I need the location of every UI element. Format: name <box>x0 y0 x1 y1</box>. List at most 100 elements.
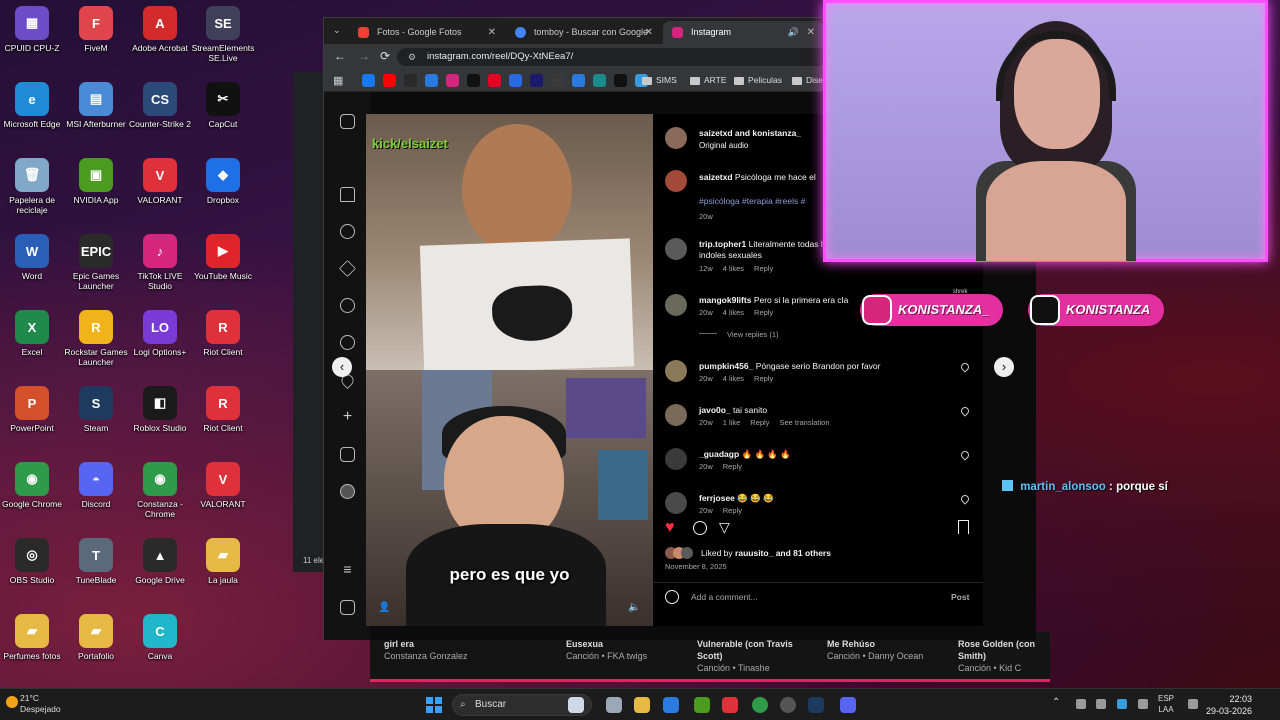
bookmark-folder-sims[interactable]: SIMS <box>642 74 677 87</box>
desktop-icon[interactable]: ◉ Constanza - Chrome <box>128 462 192 538</box>
post-button[interactable]: Post <box>951 592 969 602</box>
bookmark-folder-arte[interactable]: ARTE <box>690 74 727 87</box>
apps-icon[interactable]: ▦ <box>333 74 343 87</box>
avatar[interactable] <box>665 170 687 192</box>
menu-icon[interactable]: ≡ <box>340 562 355 577</box>
desktop-icon[interactable]: 🗑 Papelera de reciclaje <box>0 158 64 234</box>
close-icon[interactable]: ✕ <box>488 21 496 44</box>
instagram-logo-icon[interactable] <box>340 114 355 129</box>
weather-icon[interactable] <box>6 696 18 708</box>
desktop-icon[interactable]: e Microsoft Edge <box>0 82 64 158</box>
bookmark-icon[interactable] <box>551 74 564 87</box>
desktop-icon[interactable]: CS Counter-Strike 2 <box>128 82 192 158</box>
apps-grid-icon[interactable] <box>340 600 355 615</box>
see-translation-link[interactable]: See translation <box>779 418 829 427</box>
bookmark-icon[interactable] <box>509 74 522 87</box>
post-authors[interactable]: saizetxd and konistanza_ <box>699 128 801 139</box>
desktop-icon[interactable]: ▰ Portafolio <box>64 614 128 688</box>
bookmark-folder-peliculas[interactable]: Peliculas <box>734 74 782 87</box>
start-button[interactable] <box>426 697 442 713</box>
site-info-icon[interactable]: ⚙ <box>408 48 416 66</box>
profile-icon[interactable]: 👤 <box>378 602 390 613</box>
bookmark-icon[interactable] <box>572 74 585 87</box>
reload-icon[interactable]: ⟳ <box>380 49 390 63</box>
desktop-icon[interactable]: R Riot Client <box>191 386 255 462</box>
mic-icon[interactable] <box>1138 699 1148 709</box>
comment-user[interactable]: _guadagp <box>699 449 739 459</box>
previous-reel-button[interactable]: ‹ <box>332 357 352 377</box>
instagram-bookmark-icon[interactable] <box>446 74 459 87</box>
liked-by[interactable]: Liked by rauusito_ and 81 others <box>701 548 831 558</box>
tray-icon[interactable] <box>1096 699 1106 709</box>
audio-label[interactable]: Original audio <box>699 140 748 151</box>
tab-google-search[interactable]: tomboy - Buscar con Google ✕ <box>506 21 661 44</box>
bookmark-icon[interactable] <box>425 74 438 87</box>
pinterest-bookmark-icon[interactable] <box>488 74 501 87</box>
desktop-icon[interactable]: R Riot Client <box>191 310 255 386</box>
tray-icon[interactable] <box>1076 699 1086 709</box>
desktop-icon[interactable]: ▰ Perfumes fotos <box>0 614 64 688</box>
x-bookmark-icon[interactable] <box>467 74 480 87</box>
comment-user[interactable]: ferrjosee <box>699 493 735 503</box>
reply-button[interactable]: Reply <box>754 374 773 383</box>
chrome-icon[interactable] <box>752 697 768 713</box>
direct-icon[interactable] <box>339 260 356 277</box>
music-item[interactable]: Rose Golden (con Smith) Canción • Kid C <box>958 638 1048 674</box>
next-reel-button[interactable]: › <box>994 357 1014 377</box>
speaker-icon[interactable]: 🔊 <box>788 21 799 44</box>
clock[interactable]: 22:03 29-03-2026 <box>1206 693 1252 717</box>
like-icon[interactable]: ♥ <box>665 519 675 537</box>
desktop-icon[interactable]: X Excel <box>0 310 64 386</box>
desktop-icon[interactable]: V VALORANT <box>128 158 192 234</box>
desktop-icon[interactable]: LO Logi Options+ <box>128 310 192 386</box>
comment-user[interactable]: pumpkin456_ <box>699 361 753 371</box>
assistant-icon[interactable] <box>568 697 584 713</box>
music-progress-bar[interactable] <box>370 679 1050 682</box>
comment-likes[interactable]: 1 like <box>723 418 741 427</box>
youtube-bookmark-icon[interactable] <box>383 74 396 87</box>
caption-user[interactable]: saizetxd <box>699 172 733 182</box>
tiktok-bookmark-icon[interactable] <box>614 74 627 87</box>
language-indicator[interactable]: ESP LAA <box>1158 693 1174 715</box>
desktop-icon[interactable]: EPIC Epic Games Launcher <box>64 234 128 310</box>
desktop-icon[interactable]: ◆ Dropbox <box>191 158 255 234</box>
steam-icon[interactable] <box>808 697 824 713</box>
comment-like-icon[interactable] <box>959 449 971 461</box>
close-icon[interactable]: ✕ <box>645 21 653 44</box>
desktop-icon[interactable]: ▲ Google Drive <box>128 538 192 614</box>
desktop-icon[interactable]: W Word <box>0 234 64 310</box>
desktop-icon[interactable]: S Steam <box>64 386 128 462</box>
desktop-icon[interactable]: ♪ TikTok LIVE Studio <box>128 234 192 310</box>
reels-icon[interactable] <box>340 224 355 239</box>
wifi-icon[interactable] <box>1188 699 1198 709</box>
desktop-icon[interactable]: ◓ Discord <box>64 462 128 538</box>
avatar[interactable] <box>665 404 687 426</box>
caption-tags[interactable]: #psicóloga #terapia #reels # <box>699 196 805 207</box>
desktop-icon[interactable]: A Adobe Acrobat <box>128 6 192 82</box>
desktop-icon[interactable]: F FiveM <box>64 6 128 82</box>
music-item[interactable]: Vulnerable (con Travis Scott) Canción • T… <box>697 638 812 674</box>
close-icon[interactable]: ✕ <box>807 21 815 44</box>
desktop-icon[interactable]: ▦ CPUID CPU-Z <box>0 6 64 82</box>
comment-like-icon[interactable] <box>959 493 971 505</box>
tab-google-fotos[interactable]: Fotos - Google Fotos ✕ <box>349 21 504 44</box>
task-view-icon[interactable] <box>606 697 622 713</box>
music-item[interactable]: girl era Constanza Gonzalez <box>384 638 468 662</box>
desktop-icon[interactable]: V VALORANT <box>191 462 255 538</box>
desktop-icon[interactable]: ▰ La jaula <box>191 538 255 614</box>
add-comment-input[interactable]: Add a comment... <box>691 592 758 602</box>
desktop-icon[interactable]: ◉ Google Chrome <box>0 462 64 538</box>
tray-icon[interactable] <box>1117 699 1127 709</box>
dashboard-icon[interactable] <box>340 447 355 462</box>
reply-button[interactable]: Reply <box>723 506 742 515</box>
home-icon[interactable] <box>340 187 355 202</box>
reply-button[interactable]: Reply <box>750 418 769 427</box>
avatar[interactable] <box>665 448 687 470</box>
discord-icon[interactable] <box>840 697 856 713</box>
search-icon[interactable] <box>340 298 355 313</box>
desktop-icon[interactable]: T TuneBlade <box>64 538 128 614</box>
comment-like-icon[interactable] <box>959 361 971 373</box>
app-icon[interactable] <box>694 697 710 713</box>
desktop-icon[interactable]: P PowerPoint <box>0 386 64 462</box>
avatar[interactable] <box>665 238 687 260</box>
